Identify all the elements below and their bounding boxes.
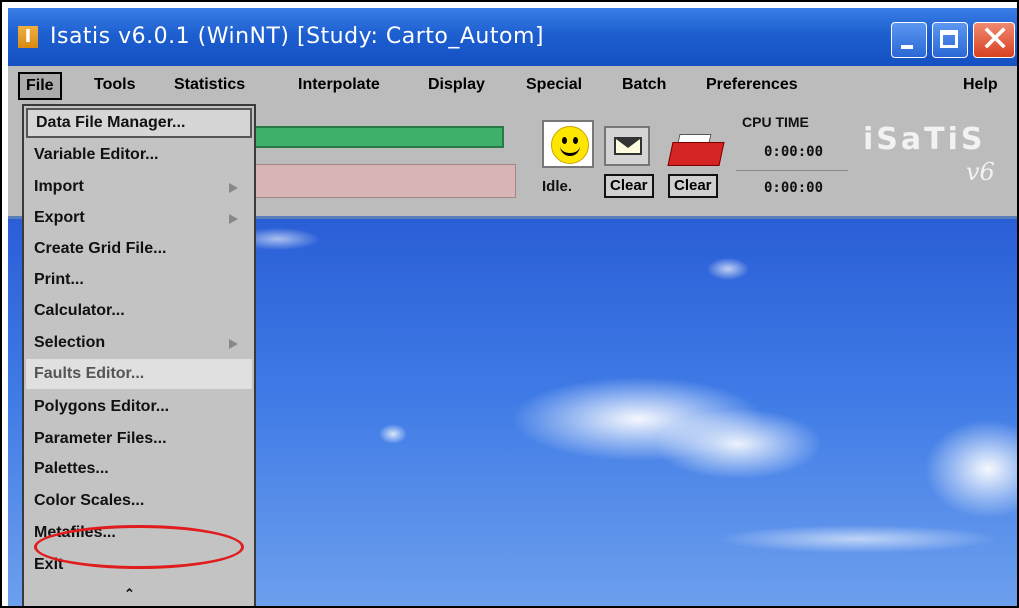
cpu-time-divider xyxy=(736,170,848,171)
message-field xyxy=(248,164,516,198)
menu-batch[interactable]: Batch xyxy=(622,76,666,94)
clear-messages-button[interactable]: Clear xyxy=(604,174,654,198)
submenu-arrow-icon xyxy=(229,183,238,193)
minimize-button[interactable] xyxy=(891,22,927,58)
menu-item-variable-editor[interactable]: Variable Editor... xyxy=(26,140,252,170)
menu-item-palettes[interactable]: Palettes... xyxy=(26,454,252,484)
menu-special[interactable]: Special xyxy=(526,76,582,94)
progress-bar xyxy=(248,126,504,148)
app-icon[interactable]: I xyxy=(18,26,38,48)
menu-item-polygons-editor[interactable]: Polygons Editor... xyxy=(26,392,252,422)
menu-item-parameter-files[interactable]: Parameter Files... xyxy=(26,424,252,454)
logo-version: v6 xyxy=(966,158,995,186)
menu-item-export[interactable]: Export xyxy=(26,203,252,233)
status-label: Idle. xyxy=(542,178,573,195)
clear-tray-button[interactable]: Clear xyxy=(668,174,718,198)
menu-item-color-scales[interactable]: Color Scales... xyxy=(26,486,252,516)
status-smiley-button[interactable] xyxy=(542,120,594,168)
menu-item-data-file-manager[interactable]: Data File Manager... xyxy=(26,108,252,138)
chevron-up-icon[interactable]: ⌃ xyxy=(124,586,135,602)
cpu-time-value: 0:00:00 xyxy=(764,144,824,160)
cpu-time-label: CPU TIME xyxy=(742,114,809,130)
maximize-button[interactable] xyxy=(932,22,968,58)
menu-item-label: Export xyxy=(34,209,85,226)
menu-interpolate[interactable]: Interpolate xyxy=(298,76,380,94)
isatis-logo: iSaTiS xyxy=(863,122,986,157)
menu-bar: File Tools Statistics Interpolate Displa… xyxy=(8,66,1017,106)
menu-statistics[interactable]: Statistics xyxy=(174,76,245,94)
messages-button[interactable] xyxy=(604,126,650,166)
menu-display[interactable]: Display xyxy=(428,76,485,94)
window-title: Isatis v6.0.1 (WinNT) [Study: Carto_Auto… xyxy=(50,24,544,49)
menu-item-import[interactable]: Import xyxy=(26,172,252,202)
annotation-circle xyxy=(34,525,244,569)
menu-item-label: Selection xyxy=(34,334,106,351)
close-icon: ✕ xyxy=(980,19,1011,60)
screenshot-frame: I Isatis v6.0.1 (WinNT) [Study: Carto_Au… xyxy=(0,0,1019,608)
smiley-face-icon xyxy=(551,126,589,164)
title-bar[interactable]: I Isatis v6.0.1 (WinNT) [Study: Carto_Au… xyxy=(8,8,1017,66)
tray-icon[interactable] xyxy=(667,128,725,166)
menu-item-label: Import xyxy=(34,178,84,195)
menu-item-calculator[interactable]: Calculator... xyxy=(26,296,252,326)
menu-file[interactable]: File xyxy=(18,72,62,100)
menu-item-selection[interactable]: Selection xyxy=(26,328,252,358)
elapsed-time-value: 0:00:00 xyxy=(764,180,824,196)
menu-help[interactable]: Help xyxy=(963,76,998,94)
menu-item-create-grid-file[interactable]: Create Grid File... xyxy=(26,234,252,264)
menu-tools[interactable]: Tools xyxy=(94,76,135,94)
close-button[interactable]: ✕ xyxy=(973,19,1015,60)
envelope-icon xyxy=(614,137,642,155)
menu-item-print[interactable]: Print... xyxy=(26,265,252,295)
menu-preferences[interactable]: Preferences xyxy=(706,76,798,94)
submenu-arrow-icon xyxy=(229,214,238,224)
submenu-arrow-icon xyxy=(229,339,238,349)
menu-item-faults-editor[interactable]: Faults Editor... xyxy=(26,359,252,389)
file-menu-dropdown: Data File Manager... Variable Editor... … xyxy=(22,104,256,606)
